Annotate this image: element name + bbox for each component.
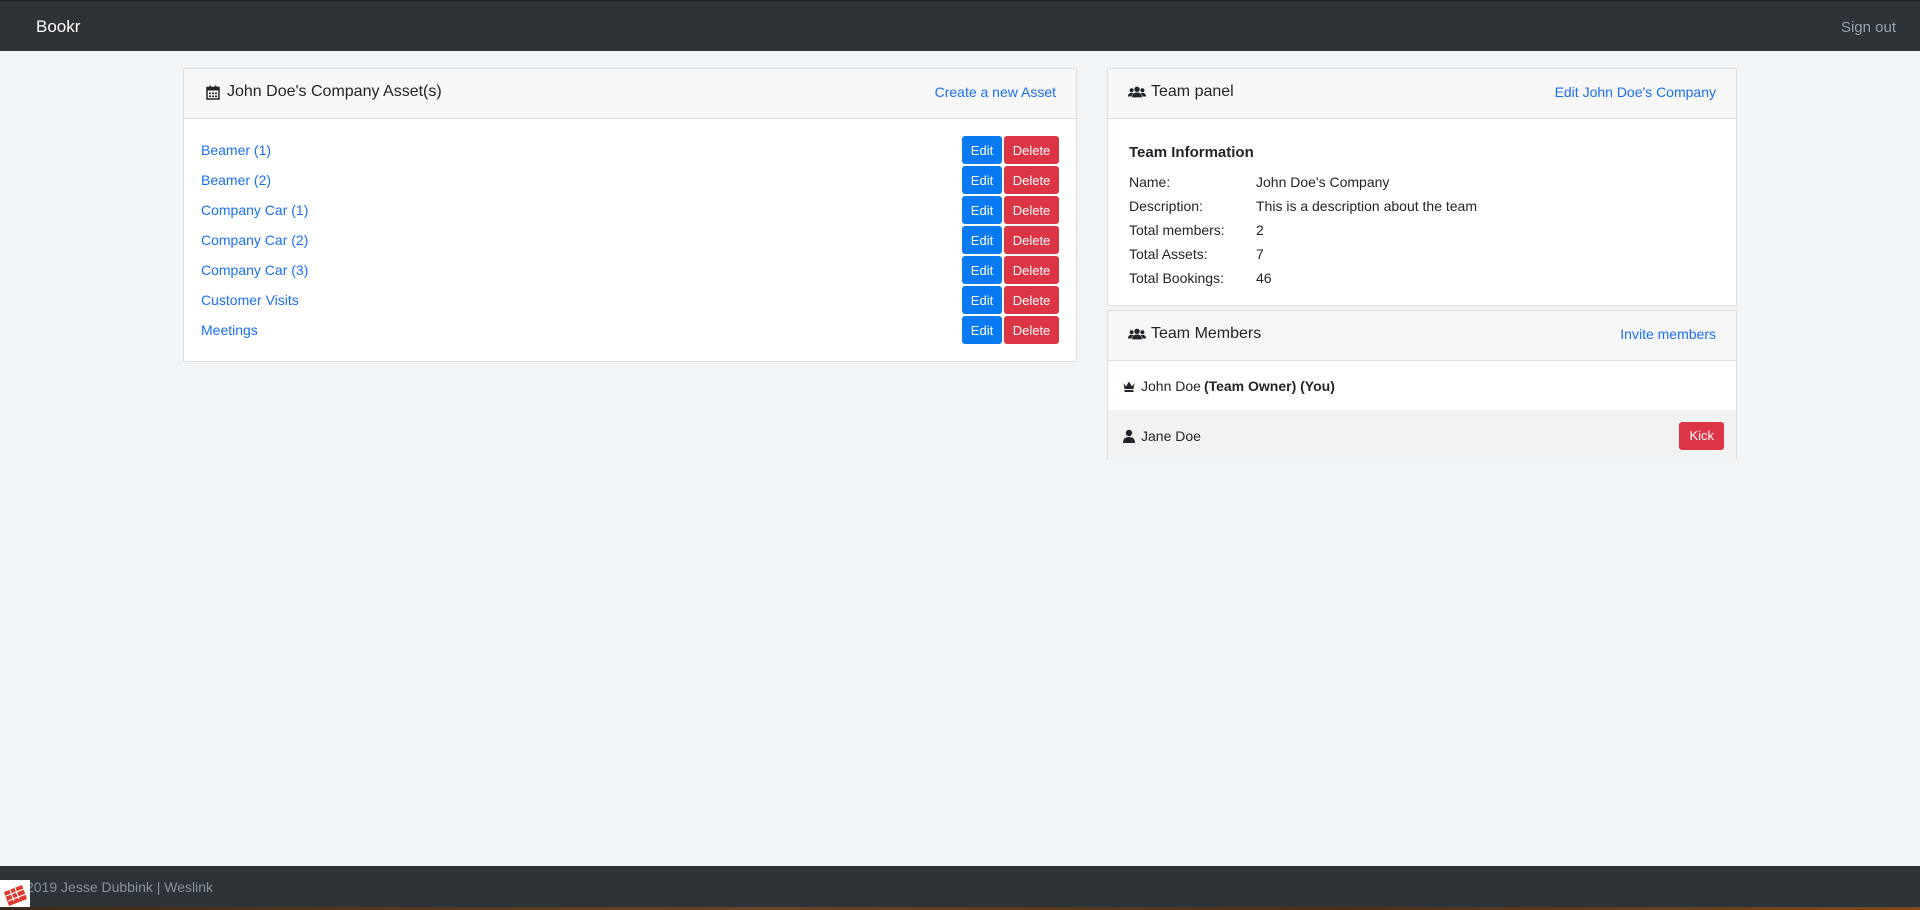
asset-row: Meetings Edit Delete	[201, 315, 1059, 345]
app-logo-icon	[0, 880, 30, 910]
asset-list: Beamer (1) Edit Delete Beamer (2) Edit D…	[184, 119, 1076, 345]
footer: 2019 Jesse Dubbink | Weslink	[0, 866, 1920, 910]
member-name-text: Jane Doe	[1141, 427, 1201, 444]
edit-asset-button[interactable]: Edit	[962, 256, 1002, 284]
brand-link[interactable]: Bookr	[36, 17, 80, 37]
edit-asset-button[interactable]: Edit	[962, 166, 1002, 194]
asset-link[interactable]: Customer Visits	[201, 292, 299, 308]
member-name-text: John Doe	[1141, 377, 1201, 394]
asset-row: Beamer (1) Edit Delete	[201, 135, 1059, 165]
member-row: John Doe (Team Owner) (You)	[1108, 361, 1736, 410]
asset-actions: Edit Delete	[962, 166, 1059, 194]
assets-card: John Doe's Company Asset(s) Create a new…	[183, 68, 1077, 362]
delete-asset-button[interactable]: Delete	[1004, 226, 1059, 254]
crown-icon	[1120, 377, 1138, 395]
delete-asset-button[interactable]: Delete	[1004, 166, 1059, 194]
team-info-title: Team Information	[1129, 144, 1254, 161]
assets-title: John Doe's Company Asset(s)	[204, 83, 442, 101]
users-icon	[1128, 325, 1146, 343]
team-members-card: Team Members Invite members John Doe (Te…	[1107, 310, 1737, 461]
info-label: Name:	[1129, 174, 1171, 190]
team-panel-header: Team panel Edit John Doe's Company	[1108, 69, 1736, 119]
asset-actions: Edit Delete	[962, 226, 1059, 254]
edit-asset-button[interactable]: Edit	[962, 226, 1002, 254]
assets-title-text: John Doe's Company Asset(s)	[227, 83, 442, 100]
asset-actions: Edit Delete	[962, 256, 1059, 284]
asset-link[interactable]: Beamer (1)	[201, 142, 271, 158]
info-label: Description:	[1129, 198, 1203, 214]
edit-asset-button[interactable]: Edit	[962, 196, 1002, 224]
invite-members-link[interactable]: Invite members	[1620, 326, 1716, 342]
asset-link[interactable]: Company Car (1)	[201, 202, 308, 218]
info-row-description: Description: This is a description about…	[1129, 194, 1715, 218]
edit-asset-button[interactable]: Edit	[962, 286, 1002, 314]
user-icon	[1120, 427, 1138, 445]
delete-asset-button[interactable]: Delete	[1004, 196, 1059, 224]
delete-asset-button[interactable]: Delete	[1004, 136, 1059, 164]
info-row-total-bookings: Total Bookings: 46	[1129, 266, 1715, 290]
info-row-total-members: Total members: 2	[1129, 218, 1715, 242]
info-label: Total Assets:	[1129, 246, 1208, 262]
asset-actions: Edit Delete	[962, 286, 1059, 314]
sign-out-link[interactable]: Sign out	[1841, 19, 1896, 36]
team-members-header: Team Members Invite members	[1108, 311, 1736, 361]
asset-link[interactable]: Meetings	[201, 322, 258, 338]
delete-asset-button[interactable]: Delete	[1004, 286, 1059, 314]
team-members-title: Team Members	[1128, 325, 1261, 343]
team-panel-card: Team panel Edit John Doe's Company Team …	[1107, 68, 1737, 306]
team-info: Team Information Name: John Doe's Compan…	[1108, 119, 1736, 290]
delete-asset-button[interactable]: Delete	[1004, 256, 1059, 284]
asset-row: Beamer (2) Edit Delete	[201, 165, 1059, 195]
asset-actions: Edit Delete	[962, 196, 1059, 224]
edit-asset-button[interactable]: Edit	[962, 316, 1002, 344]
asset-row: Company Car (2) Edit Delete	[201, 225, 1059, 255]
asset-row: Company Car (3) Edit Delete	[201, 255, 1059, 285]
member-row: Jane Doe Kick	[1108, 410, 1736, 461]
info-value: John Doe's Company	[1256, 174, 1390, 190]
info-label: Total Bookings:	[1129, 270, 1224, 286]
edit-company-link[interactable]: Edit John Doe's Company	[1555, 84, 1716, 100]
member-name: John Doe (Team Owner) (You)	[1120, 377, 1335, 395]
info-value: 46	[1256, 270, 1272, 286]
team-members-title-text: Team Members	[1151, 325, 1262, 342]
calendar-icon	[204, 83, 222, 101]
asset-link[interactable]: Beamer (2)	[201, 172, 271, 188]
info-value: This is a description about the team	[1256, 198, 1478, 214]
info-value: 2	[1256, 222, 1264, 238]
assets-card-header: John Doe's Company Asset(s) Create a new…	[184, 69, 1076, 119]
users-icon	[1128, 83, 1146, 101]
asset-row: Customer Visits Edit Delete	[201, 285, 1059, 315]
team-panel-title-text: Team panel	[1151, 83, 1234, 100]
asset-link[interactable]: Company Car (3)	[201, 262, 308, 278]
info-row-name: Name: John Doe's Company	[1129, 170, 1715, 194]
info-label: Total members:	[1129, 222, 1225, 238]
asset-link[interactable]: Company Car (2)	[201, 232, 308, 248]
member-role-badge: (Team Owner) (You)	[1203, 377, 1335, 394]
asset-actions: Edit Delete	[962, 136, 1059, 164]
delete-asset-button[interactable]: Delete	[1004, 316, 1059, 344]
top-navbar: Bookr Sign out	[0, 0, 1920, 51]
create-asset-link[interactable]: Create a new Asset	[935, 84, 1056, 100]
team-panel-title: Team panel	[1128, 83, 1234, 101]
member-name: Jane Doe	[1120, 427, 1201, 445]
info-row-total-assets: Total Assets: 7	[1129, 242, 1715, 266]
edit-asset-button[interactable]: Edit	[962, 136, 1002, 164]
footer-copyright: 2019 Jesse Dubbink | Weslink	[26, 879, 214, 895]
asset-row: Company Car (1) Edit Delete	[201, 195, 1059, 225]
info-value: 7	[1256, 246, 1264, 262]
asset-actions: Edit Delete	[962, 316, 1059, 344]
kick-member-button[interactable]: Kick	[1679, 421, 1724, 450]
